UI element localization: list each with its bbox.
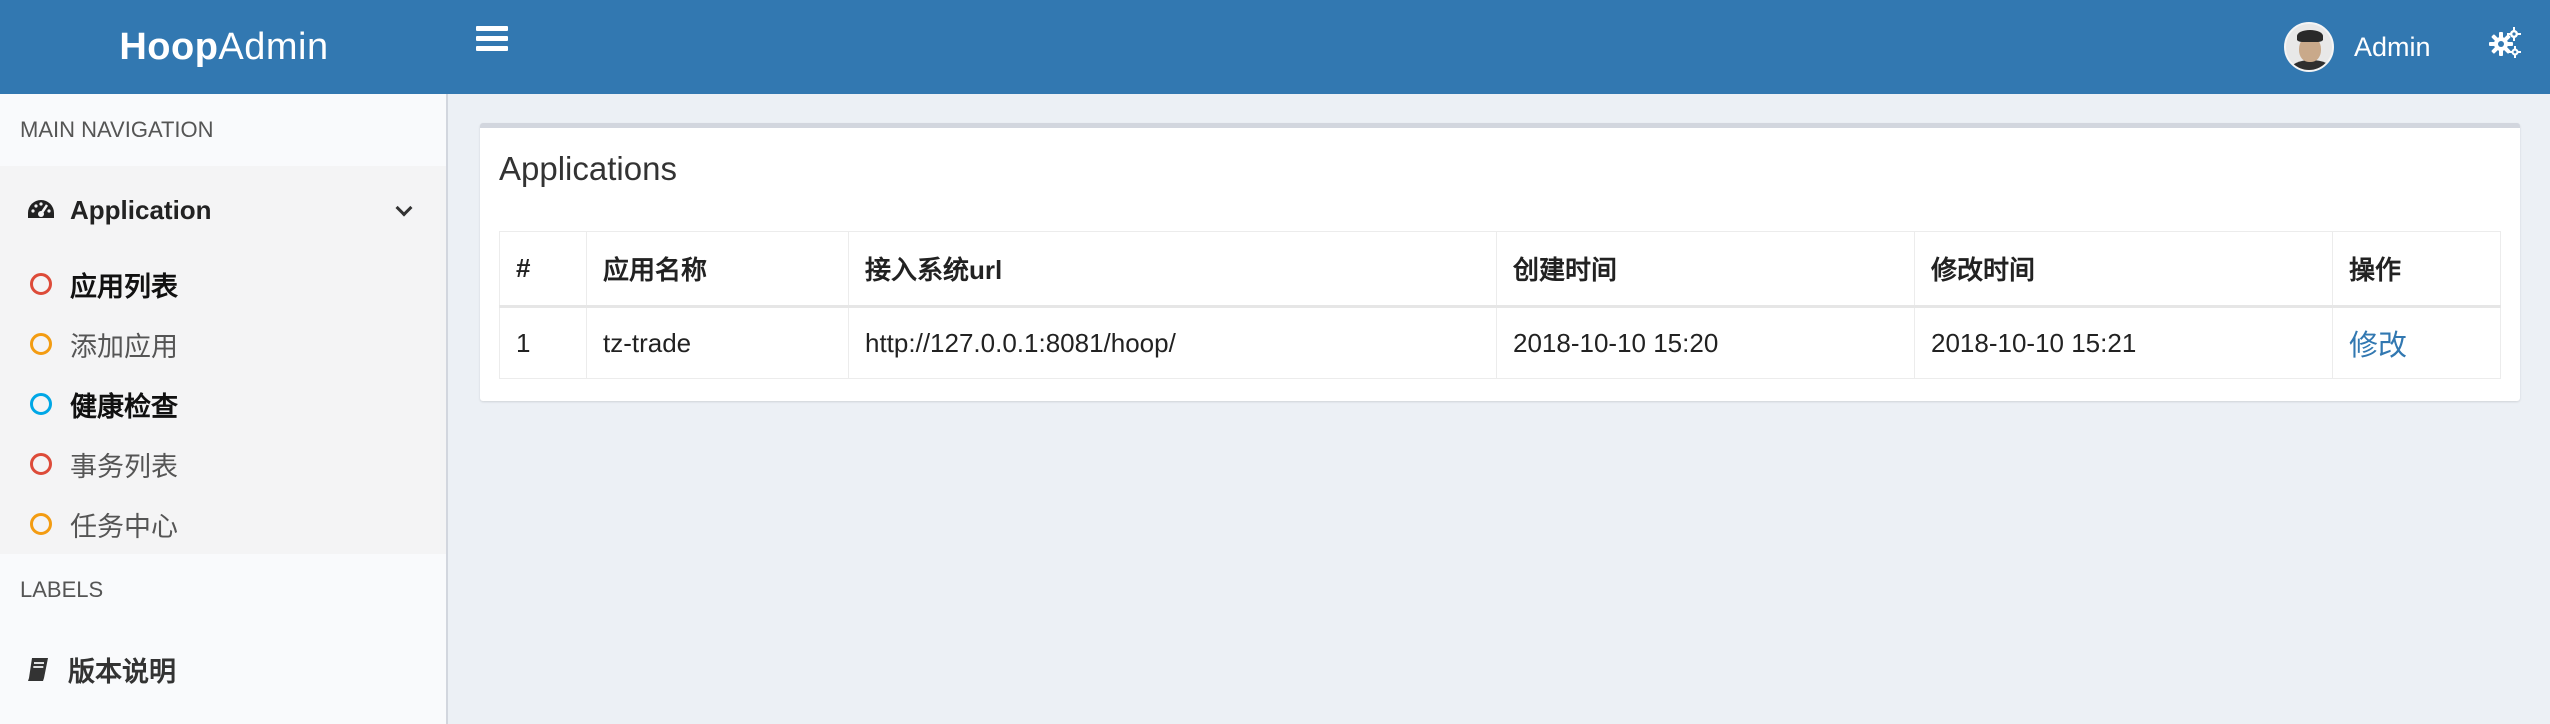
column-header-modified: 修改时间 bbox=[1914, 231, 2333, 308]
sidebar-item-health-check[interactable]: 健康检查 bbox=[0, 374, 446, 434]
logo-light-text: Admin bbox=[218, 25, 329, 68]
circle-icon bbox=[30, 453, 52, 475]
application-tree: Application 应用列表 添加应用 健康检查 事务列表 任务中心 bbox=[0, 166, 446, 554]
sidebar-item-application-label: Application bbox=[70, 194, 212, 225]
circle-icon bbox=[30, 393, 52, 415]
table-header-row: # 应用名称 接入系统url 创建时间 修改时间 操作 bbox=[499, 231, 2501, 308]
chevron-down-icon bbox=[395, 199, 413, 217]
applications-table: # 应用名称 接入系统url 创建时间 修改时间 操作 1 tz-trade h… bbox=[499, 231, 2501, 379]
cell-modified: 2018-10-10 15:21 bbox=[1914, 306, 2333, 379]
circle-icon bbox=[30, 273, 52, 295]
column-header-app-name: 应用名称 bbox=[586, 231, 849, 308]
cell-index: 1 bbox=[499, 306, 587, 379]
column-header-url: 接入系统url bbox=[848, 231, 1497, 308]
sidebar-item-label: 添加应用 bbox=[70, 331, 178, 362]
sidebar-item-label: 健康检查 bbox=[70, 391, 178, 422]
book-icon bbox=[28, 658, 48, 681]
main-navigation-header: MAIN NAVIGATION bbox=[20, 117, 214, 142]
sidebar-item-task-center[interactable]: 任务中心 bbox=[0, 494, 446, 554]
column-header-index: # bbox=[499, 231, 587, 308]
top-header: Hoop Admin Admin bbox=[0, 0, 2550, 94]
user-menu[interactable]: Admin bbox=[2284, 20, 2431, 74]
avatar bbox=[2284, 22, 2334, 72]
username-label: Admin bbox=[2354, 31, 2431, 62]
sidebar-item-label: 应用列表 bbox=[70, 271, 178, 302]
sidebar-item-version-notes-label: 版本说明 bbox=[68, 656, 176, 687]
sidebar-item-application[interactable]: Application bbox=[0, 166, 446, 254]
circle-icon bbox=[30, 333, 52, 355]
sidebar-item-transaction-list[interactable]: 事务列表 bbox=[0, 434, 446, 494]
sidebar-item-label: 事务列表 bbox=[70, 451, 178, 482]
cell-url: http://127.0.0.1:8081/hoop/ bbox=[848, 306, 1497, 379]
gears-icon[interactable] bbox=[2488, 26, 2522, 60]
sidebar-item-label: 任务中心 bbox=[70, 511, 178, 542]
cell-created: 2018-10-10 15:20 bbox=[1496, 306, 1915, 379]
logo-bold-text: Hoop bbox=[119, 25, 219, 68]
sidebar: MAIN NAVIGATION Application 应用列表 添加应用 健康… bbox=[0, 94, 448, 724]
applications-box: Applications # 应用名称 接入系统url 创建时间 修改时间 操作… bbox=[480, 123, 2520, 401]
box-title: Applications bbox=[499, 150, 677, 187]
column-header-created: 创建时间 bbox=[1496, 231, 1915, 308]
column-header-actions: 操作 bbox=[2332, 231, 2501, 308]
cell-actions: 修改 bbox=[2332, 306, 2501, 379]
labels-header: LABELS bbox=[20, 577, 104, 602]
sidebar-item-version-notes[interactable]: 版本说明 bbox=[0, 626, 446, 712]
circle-icon bbox=[30, 513, 52, 535]
sidebar-item-app-list[interactable]: 应用列表 bbox=[0, 254, 446, 314]
edit-link[interactable]: 修改 bbox=[2349, 330, 2407, 362]
table-row: 1 tz-trade http://127.0.0.1:8081/hoop/ 2… bbox=[499, 306, 2501, 379]
logo[interactable]: Hoop Admin bbox=[0, 0, 448, 94]
dashboard-gauge-icon bbox=[28, 200, 54, 218]
sidebar-item-add-app[interactable]: 添加应用 bbox=[0, 314, 446, 374]
cell-app-name: tz-trade bbox=[586, 306, 849, 379]
sidebar-toggle-menu-icon[interactable] bbox=[476, 26, 508, 58]
